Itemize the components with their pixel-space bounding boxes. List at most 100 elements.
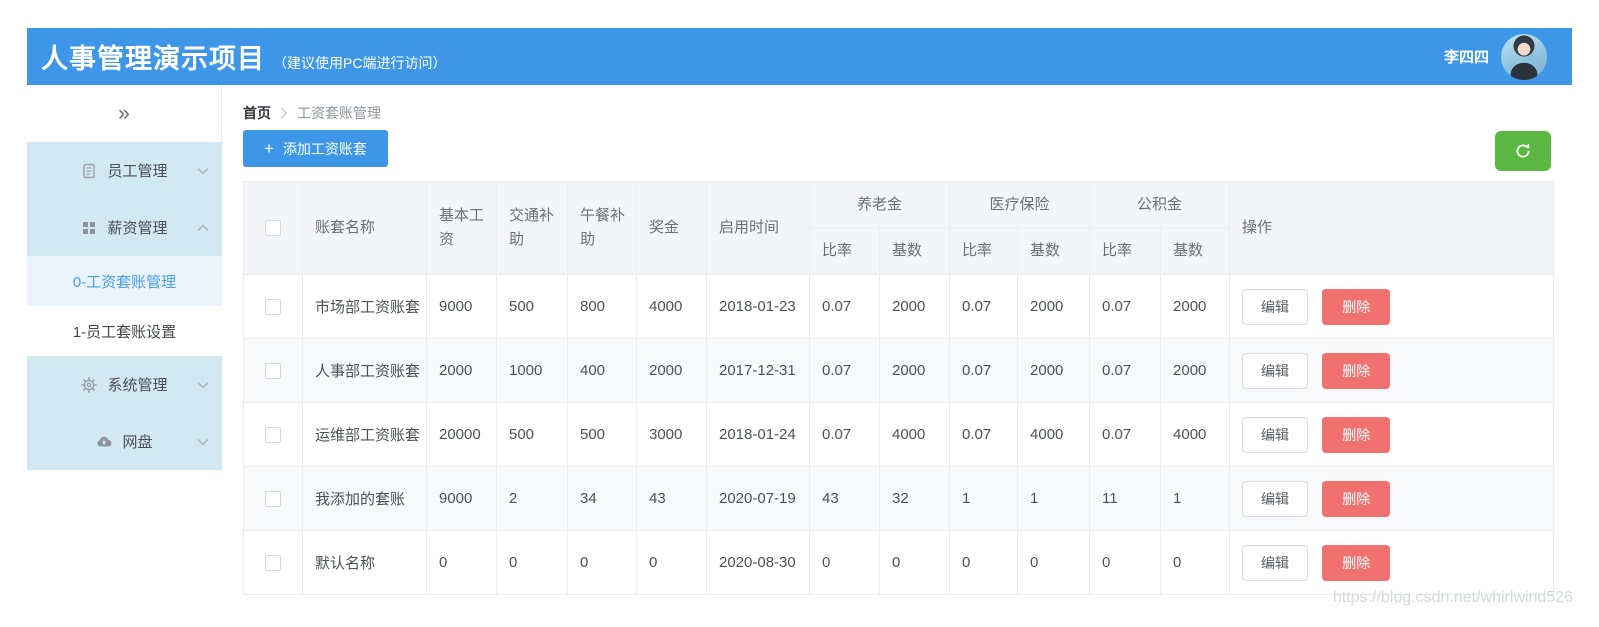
col-header-start-date: 启用时间 (706, 181, 810, 275)
cell-base-salary: 9000 (426, 274, 497, 339)
col-header-fund-rate: 比率 (1089, 227, 1162, 275)
user-avatar[interactable] (1501, 33, 1547, 80)
breadcrumb: 首页 工资套账管理 (243, 103, 381, 123)
cell-fund-base: 2000 (1160, 274, 1231, 339)
cell-medical-base: 2000 (1017, 338, 1091, 403)
edit-button[interactable]: 编辑 (1242, 544, 1309, 581)
cell-bonus: 2000 (636, 338, 707, 403)
col-header-actions: 操作 (1229, 181, 1555, 275)
cell-fund-base: 2000 (1160, 338, 1231, 403)
cell-medical-base: 2000 (1017, 274, 1091, 339)
cell-fund-rate: 11 (1089, 466, 1162, 531)
cell-medical-rate: 0.07 (949, 274, 1019, 339)
row-checkbox[interactable] (265, 491, 281, 508)
sidebar-subitem-label: 1-员工套账设置 (72, 323, 177, 341)
user-area: 李四四 (1444, 33, 1572, 80)
delete-button[interactable]: 删除 (1322, 480, 1391, 517)
cell-lunch: 34 (567, 466, 637, 531)
cell-fund-rate: 0.07 (1089, 338, 1162, 403)
cell-lunch: 800 (567, 274, 637, 339)
payroll-table-wrap: 账套名称 基本工资 交通补助 午餐补助 奖金 启用时间 养老金 医疗保险 公积金… (243, 181, 1555, 595)
cell-fund-rate: 0.07 (1089, 274, 1162, 339)
cell-pension-rate: 0 (809, 530, 880, 595)
col-group-housing-fund: 公积金 (1089, 181, 1231, 228)
cell-transport: 0 (496, 530, 568, 595)
cell-pension-base: 2000 (878, 274, 951, 339)
cell-medical-rate: 0 (949, 530, 1019, 595)
sidebar-item-payroll-account-mgmt[interactable]: 0-工资套账管理 (27, 256, 222, 306)
cell-pension-base: 4000 (878, 402, 951, 467)
add-payroll-account-button[interactable]: + 添加工资账套 (243, 130, 388, 167)
page: 人事管理演示项目 （建议使用PC端进行访问） 李四四 » 员工管理 薪资管理 0… (0, 0, 1599, 627)
chevron-down-icon (197, 438, 209, 445)
refresh-button[interactable] (1495, 131, 1551, 171)
col-header-account-name: 账套名称 (302, 181, 427, 275)
col-group-pension: 养老金 (808, 181, 951, 228)
sidebar: » 员工管理 薪资管理 0-工资套账管理 1-员工套账设置 系统管理 网盘 (27, 85, 222, 470)
delete-button[interactable]: 删除 (1322, 544, 1391, 581)
chevron-up-icon (197, 224, 209, 231)
cell-transport: 500 (496, 274, 568, 339)
cell-base-salary: 2000 (426, 338, 497, 403)
cell-start-date: 2017-12-31 (706, 338, 810, 403)
cell-base-salary: 9000 (426, 466, 497, 531)
cell-fund-base: 0 (1160, 530, 1231, 595)
cell-bonus: 3000 (636, 402, 707, 467)
cell-pension-rate: 0.07 (809, 402, 880, 467)
sidebar-subitem-label: 0-工资套账管理 (72, 273, 177, 291)
delete-button[interactable]: 删除 (1322, 416, 1391, 453)
table-row: 人事部工资账套 2000 1000 400 2000 2017-12-31 0.… (243, 338, 1555, 403)
breadcrumb-home[interactable]: 首页 (243, 103, 271, 123)
col-header-base-salary: 基本工资 (426, 181, 497, 275)
col-group-medical: 医疗保险 (949, 181, 1091, 228)
edit-button[interactable]: 编辑 (1242, 288, 1309, 325)
cell-fund-base: 1 (1160, 466, 1231, 531)
cell-account-name: 默认名称 (302, 530, 427, 595)
sidebar-item-salary-mgmt[interactable]: 薪资管理 (27, 199, 222, 256)
cell-lunch: 500 (567, 402, 637, 467)
breadcrumb-current: 工资套账管理 (297, 105, 381, 121)
table-row: 市场部工资账套 9000 500 800 4000 2018-01-23 0.0… (243, 274, 1555, 339)
row-checkbox[interactable] (265, 363, 281, 380)
cell-base-salary: 20000 (426, 402, 497, 467)
cell-pension-rate: 0.07 (809, 274, 880, 339)
sidebar-item-label: 系统管理 (107, 377, 168, 394)
refresh-icon (1514, 142, 1532, 160)
col-header-pension-rate: 比率 (809, 227, 880, 275)
chevron-down-icon (197, 167, 209, 174)
plus-icon: + (264, 139, 274, 158)
delete-button[interactable]: 删除 (1322, 288, 1391, 325)
cell-bonus: 0 (636, 530, 707, 595)
edit-button[interactable]: 编辑 (1242, 480, 1309, 517)
edit-button[interactable]: 编辑 (1242, 352, 1309, 389)
cell-start-date: 2020-08-30 (706, 530, 810, 595)
sidebar-item-employee-mgmt[interactable]: 员工管理 (27, 142, 222, 199)
cloud-upload-icon (96, 434, 112, 450)
app-title: 人事管理演示项目 (41, 44, 265, 74)
select-all-checkbox[interactable] (265, 220, 281, 237)
table-body: 市场部工资账套 9000 500 800 4000 2018-01-23 0.0… (243, 274, 1555, 595)
document-icon (81, 163, 97, 179)
row-checkbox[interactable] (265, 555, 281, 572)
add-button-label: 添加工资账套 (282, 140, 367, 157)
cell-fund-rate: 0 (1089, 530, 1162, 595)
sidebar-item-system-mgmt[interactable]: 系统管理 (27, 356, 222, 413)
cell-bonus: 4000 (636, 274, 707, 339)
cell-pension-base: 32 (878, 466, 951, 531)
collapse-sidebar-icon[interactable]: » (118, 103, 130, 124)
sidebar-item-employee-account-settings[interactable]: 1-员工套账设置 (27, 306, 222, 356)
col-header-bonus: 奖金 (636, 181, 707, 275)
table-row: 运维部工资账套 20000 500 500 3000 2018-01-24 0.… (243, 402, 1555, 467)
row-checkbox[interactable] (265, 427, 281, 444)
delete-button[interactable]: 删除 (1322, 352, 1391, 389)
sidebar-item-netdisk[interactable]: 网盘 (27, 413, 222, 470)
table-row: 我添加的套账 9000 2 34 43 2020-07-19 43 32 1 1… (243, 466, 1555, 531)
col-header-pension-base: 基数 (878, 227, 951, 275)
cell-account-name: 市场部工资账套 (302, 274, 427, 339)
watermark: https://blog.csdn.net/whirlwind526 (1332, 589, 1573, 606)
sidebar-item-label: 薪资管理 (107, 220, 168, 237)
col-header-transport: 交通补助 (496, 181, 568, 275)
edit-button[interactable]: 编辑 (1242, 416, 1309, 453)
cell-lunch: 400 (567, 338, 637, 403)
row-checkbox[interactable] (265, 299, 281, 316)
